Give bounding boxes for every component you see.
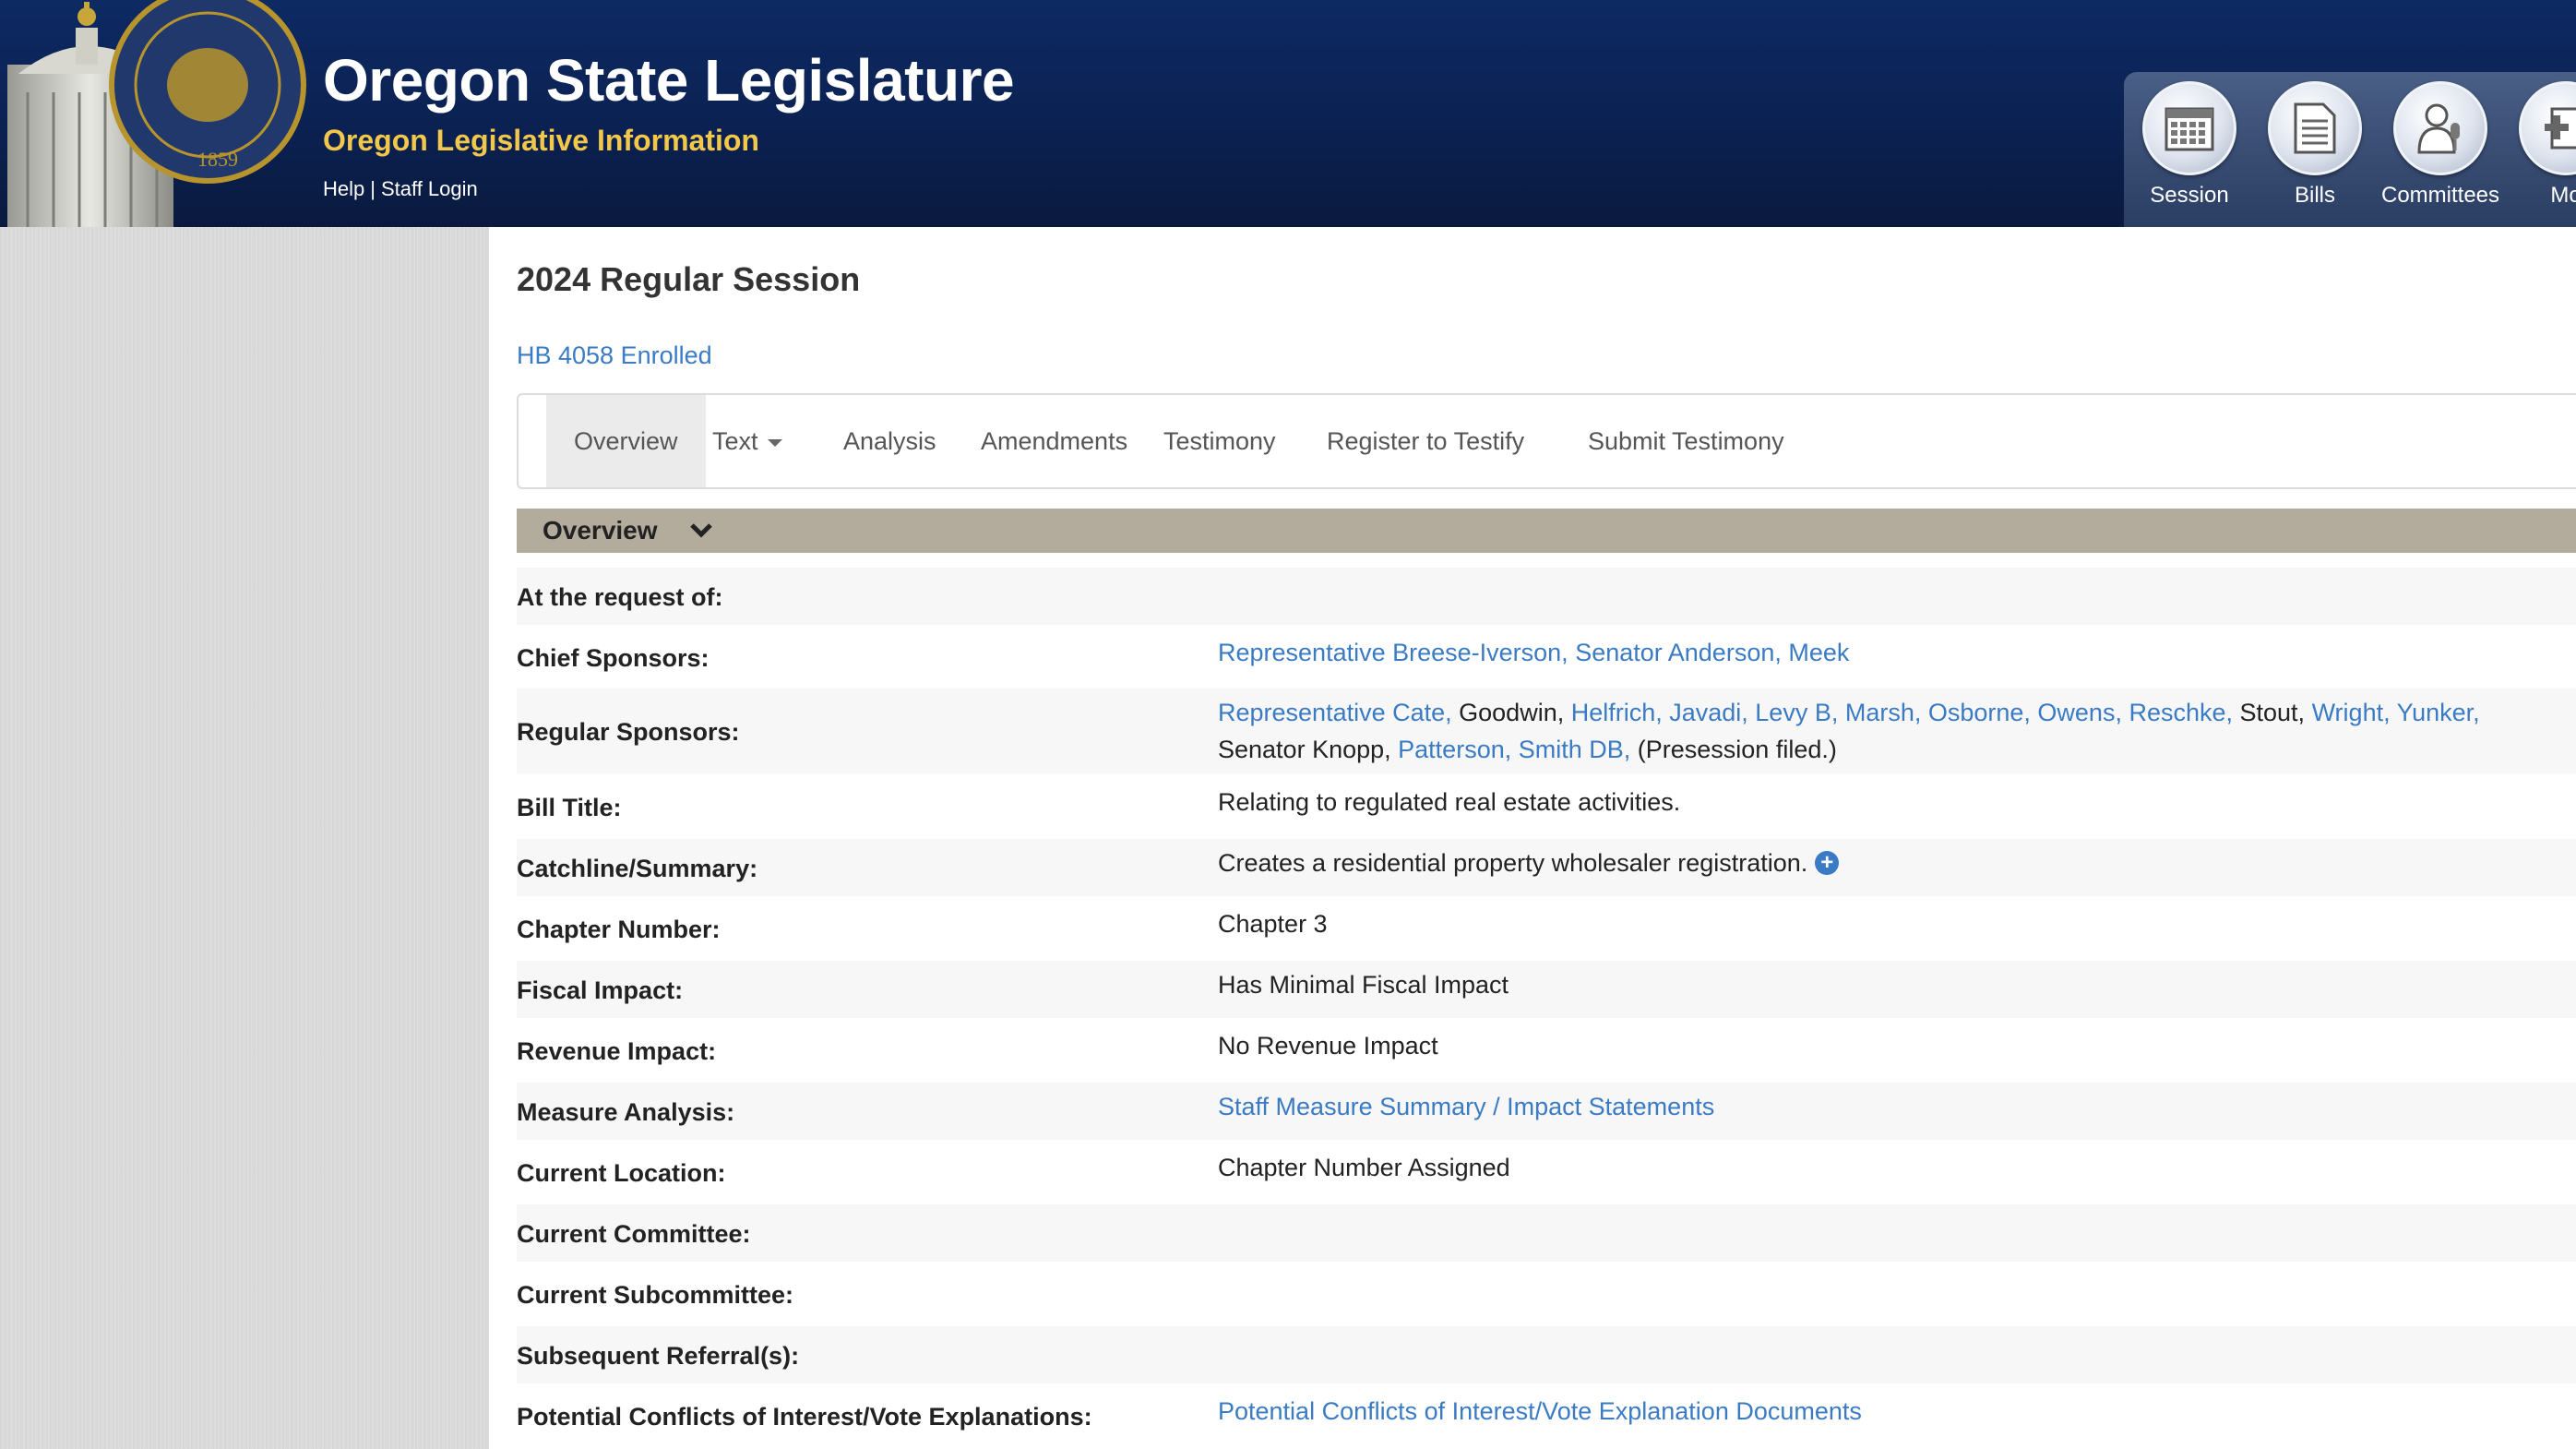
row-subsequent-referral: Subsequent Referral(s): — [517, 1326, 2576, 1383]
caret-down-icon — [767, 438, 782, 447]
site-title: Oregon State Legislature — [323, 47, 1015, 114]
overview-section-header[interactable]: Overview — [517, 509, 2576, 553]
sponsor-links-group-1[interactable]: Helfrich, Javadi, Levy B, Marsh, Osborne… — [1571, 699, 2233, 726]
row-chief-sponsors: Chief Sponsors: Representative Breese-Iv… — [517, 629, 2576, 686]
regular-sponsors-value: Representative Cate, Goodwin, Helfrich, … — [1218, 694, 2480, 768]
request-label: At the request of: — [517, 583, 723, 611]
row-catchline: Catchline/Summary: Creates a residential… — [517, 839, 2576, 896]
tab-overview[interactable]: Overview — [546, 395, 706, 487]
left-sidebar — [0, 227, 489, 1449]
subsequent-referral-label: Subsequent Referral(s): — [517, 1342, 800, 1370]
chapter-number-label: Chapter Number: — [517, 916, 721, 943]
bill-title-value: Relating to regulated real estate activi… — [1218, 788, 1681, 816]
oregon-seal-logo: 1859 — [109, 0, 306, 184]
tab-register-to-testify[interactable]: Register to Testify — [1299, 395, 1552, 487]
row-regular-sponsors: Regular Sponsors: Representative Cate, G… — [517, 689, 2576, 773]
conflicts-documents-link[interactable]: Potential Conflicts of Interest/Vote Exp… — [1218, 1397, 1862, 1425]
row-current-committee: Current Committee: — [517, 1204, 2576, 1262]
current-subcommittee-label: Current Subcommittee: — [517, 1281, 794, 1309]
current-location-value: Chapter Number Assigned — [1218, 1154, 1510, 1181]
regular-sponsors-label: Regular Sponsors: — [517, 718, 740, 746]
sponsor-link-cate[interactable]: Representative Cate, — [1218, 699, 1452, 726]
presession-note: (Presession filed.) — [1630, 736, 1837, 763]
revenue-impact-value: No Revenue Impact — [1218, 1032, 1438, 1060]
nav-more-button[interactable]: Mo — [2506, 81, 2576, 209]
fiscal-impact-label: Fiscal Impact: — [517, 976, 684, 1004]
tab-testimony[interactable]: Testimony — [1136, 395, 1304, 487]
row-revenue-impact: Revenue Impact: No Revenue Impact — [517, 1022, 2576, 1079]
document-icon — [2268, 81, 2362, 175]
nav-committees-label: Committees — [2380, 183, 2500, 208]
nav-bills-label: Bills — [2294, 183, 2335, 208]
tab-overview-label: Overview — [574, 427, 678, 455]
chapter-number-value: Chapter 3 — [1218, 910, 1328, 938]
site-subtitle: Oregon Legislative Information — [323, 124, 759, 157]
bill-link[interactable]: HB 4058 Enrolled — [517, 341, 712, 370]
seal-year: 1859 — [197, 148, 238, 171]
main-content: 2024 Regular Session HB 4058 Enrolled Ov… — [489, 227, 2576, 1449]
sponsor-links-group-3[interactable]: Patterson, Smith DB, — [1398, 736, 1630, 763]
sponsor-links-group-2[interactable]: Wright, Yunker, — [2312, 699, 2480, 726]
top-links: Help | Staff Login — [323, 177, 478, 201]
revenue-impact-label: Revenue Impact: — [517, 1037, 717, 1065]
tab-analysis[interactable]: Analysis — [816, 395, 964, 487]
tab-amendments-label: Amendments — [981, 427, 1128, 455]
nav-more-label: Mo — [2550, 183, 2576, 208]
tab-amendments[interactable]: Amendments — [953, 395, 1155, 487]
nav-session-label: Session — [2150, 183, 2229, 208]
catchline-label: Catchline/Summary: — [517, 855, 758, 882]
chief-sponsors-label: Chief Sponsors: — [517, 644, 710, 672]
row-chapter-number: Chapter Number: Chapter 3 — [517, 900, 2576, 957]
sponsor-text-knopp: Senator Knopp, — [1218, 736, 1399, 763]
row-fiscal-impact: Fiscal Impact: Has Minimal Fiscal Impact — [517, 961, 2576, 1018]
chevron-down-icon — [690, 523, 712, 538]
row-bill-title: Bill Title: Relating to regulated real e… — [517, 778, 2576, 835]
catchline-value: Creates a residential property wholesale… — [1218, 849, 1808, 877]
sponsor-text-stout: Stout, — [2233, 699, 2312, 726]
help-link[interactable]: Help — [323, 177, 364, 200]
tab-analysis-label: Analysis — [843, 427, 936, 455]
tab-testimony-label: Testimony — [1163, 427, 1276, 455]
main-nav-panel: Session Bills Committees Mo — [2124, 72, 2576, 227]
nav-bills-button[interactable]: Bills — [2255, 81, 2375, 209]
nav-session-button[interactable]: Session — [2129, 81, 2249, 209]
current-committee-label: Current Committee: — [517, 1220, 751, 1248]
tab-register-label: Register to Testify — [1327, 427, 1525, 455]
row-current-subcommittee: Current Subcommittee: — [517, 1265, 2576, 1323]
chief-sponsors-links[interactable]: Representative Breese-Iverson, Senator A… — [1218, 639, 1849, 666]
fiscal-impact-value: Has Minimal Fiscal Impact — [1218, 971, 1509, 999]
tab-text-label: Text — [712, 427, 758, 455]
expand-plus-icon[interactable]: + — [1815, 851, 1840, 875]
row-request: At the request of: — [517, 568, 2576, 625]
committee-person-icon — [2393, 81, 2487, 175]
measure-analysis-label: Measure Analysis: — [517, 1098, 735, 1126]
staff-login-link[interactable]: Staff Login — [381, 177, 478, 200]
row-measure-analysis: Measure Analysis: Staff Measure Summary … — [517, 1083, 2576, 1140]
measure-analysis-link[interactable]: Staff Measure Summary / Impact Statement… — [1218, 1093, 1714, 1120]
section-label: Overview — [543, 516, 658, 545]
calendar-icon — [2142, 81, 2236, 175]
conflicts-label: Potential Conflicts of Interest/Vote Exp… — [517, 1403, 1092, 1431]
current-location-label: Current Location: — [517, 1159, 726, 1187]
tab-submit-label: Submit Testimony — [1588, 427, 1784, 455]
row-conflicts: Potential Conflicts of Interest/Vote Exp… — [517, 1387, 2576, 1449]
link-separator: | — [370, 177, 376, 200]
bill-tabs: Overview Text Analysis Amendments Testim… — [517, 393, 2576, 489]
nav-committees-button[interactable]: Committees — [2380, 81, 2500, 209]
row-current-location: Current Location: Chapter Number Assigne… — [517, 1144, 2576, 1201]
tab-submit-testimony[interactable]: Submit Testimony — [1560, 395, 1812, 487]
session-title: 2024 Regular Session — [517, 260, 861, 298]
site-header: 1859 Oregon State Legislature Oregon Leg… — [0, 0, 2576, 227]
bill-title-label: Bill Title: — [517, 794, 622, 821]
more-icon — [2519, 81, 2576, 175]
tab-text[interactable]: Text — [685, 395, 810, 487]
sponsor-text-goodwin: Goodwin, — [1451, 699, 1571, 726]
